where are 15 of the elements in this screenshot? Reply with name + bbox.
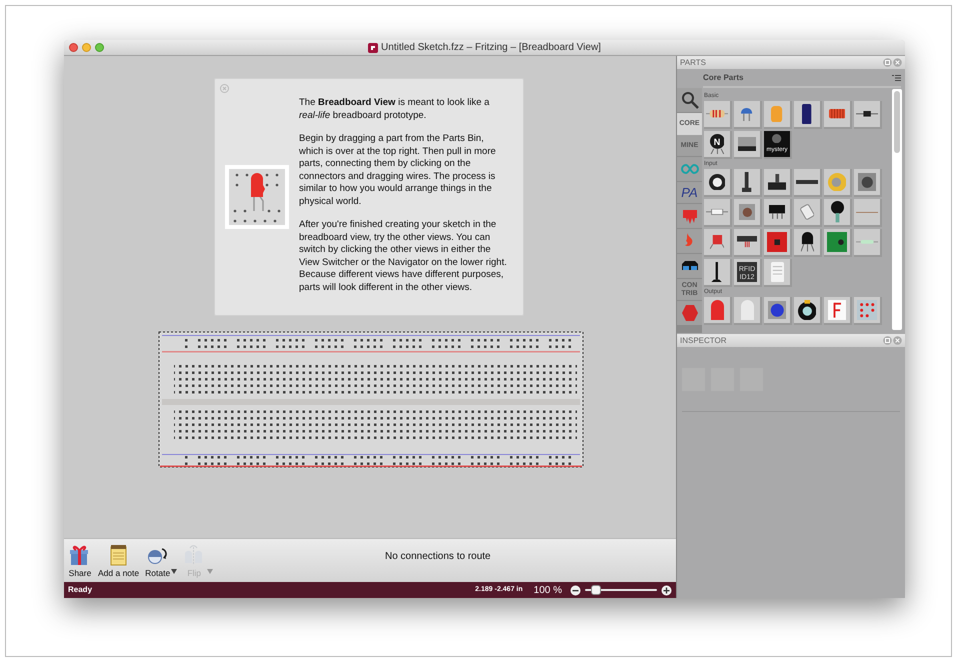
bin-tab[interactable]: PA xyxy=(677,182,702,204)
welcome-paragraph: The Breadboard View is meant to look like a real-life breadboard prototype. xyxy=(299,97,490,122)
toolbar-button[interactable]: Add a note xyxy=(97,543,140,579)
panel-title: INSPECTOR xyxy=(680,334,728,346)
toolbar-button[interactable]: Share xyxy=(67,543,93,579)
toolbar-button[interactable]: Rotate xyxy=(144,543,178,579)
status-text: Ready xyxy=(68,584,92,596)
part-tile[interactable]: N xyxy=(704,131,732,159)
bin-title: Core Parts xyxy=(703,72,744,84)
window-title: Untitled Sketch.fzz – Fritzing – [Breadboard View] xyxy=(381,41,601,55)
welcome-paragraph: After you're finished creating your sketch in the breadboard view, try the other views. You can switch by clicking the other views in either the View Switcher or the Navigator on the lower right. Because different views have different purposes, parts will look different in the other views. xyxy=(299,219,508,294)
routing-status-text: No connections to route xyxy=(385,550,491,564)
panel-title: PARTS xyxy=(680,56,707,68)
welcome-paragraph: Begin by dragging a part from the Parts Bin, which is over at the top right. Then pull in more parts, connecting them by clicking on the connectors and dragging wires. The process is similar to how you would arrange things in the physical world. xyxy=(299,133,497,208)
zoom-level: 100 % xyxy=(534,584,562,598)
